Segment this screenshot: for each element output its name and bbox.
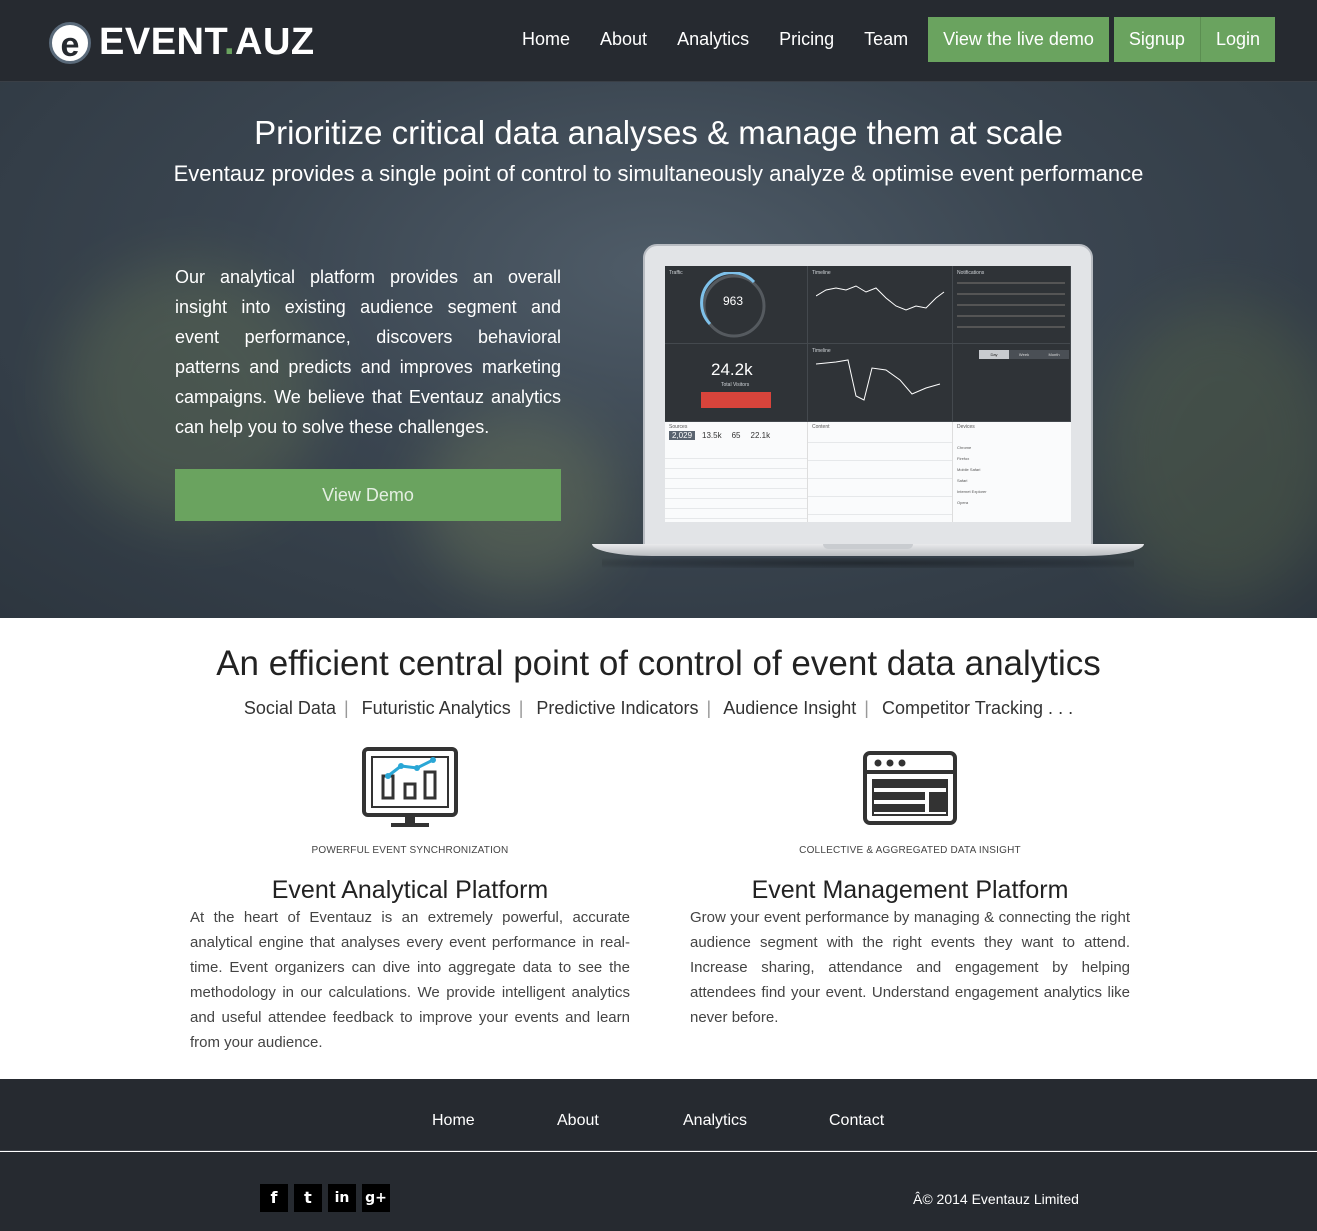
notifications-panel: Notifications (953, 266, 1071, 344)
nav-menu: Home About Analytics Pricing Team View t… (507, 17, 1275, 62)
visitors-alert (701, 392, 771, 408)
twitter-icon[interactable]: t (294, 1184, 322, 1212)
hero-description: Our analytical platform provides an over… (175, 267, 561, 437)
timeline-panel-2: Timeline (808, 344, 953, 422)
hero-title: Prioritize critical data analyses & mana… (254, 114, 1063, 151)
devices-label: Devices (957, 424, 975, 430)
laptop-screen-frame: Traffic 963 Timeline Notifications 24.2k… (643, 244, 1093, 550)
facebook-icon[interactable]: f (260, 1184, 288, 1212)
footer-bottom: f t in g+ Â© 2014 Eventauz Limited (0, 1152, 1317, 1231)
visitors-label: Total Visitors (721, 382, 750, 388)
tag-predictive-indicators: Predictive Indicators (536, 698, 699, 718)
sources-list: Sources 2,029 13.5k 65 22.1k (665, 422, 808, 522)
nav-about[interactable]: About (585, 17, 662, 62)
sources-label: Sources (669, 424, 688, 430)
linkedin-icon[interactable]: in (328, 1184, 356, 1212)
view-demo-button[interactable]: View Demo (175, 469, 561, 521)
right-body: Grow your event performance by managing … (690, 909, 1130, 1026)
source-row (665, 450, 807, 459)
login-button[interactable]: Login (1199, 17, 1275, 62)
features-tags: Social Data | Futuristic Analytics | Predi… (243, 698, 1074, 718)
content-row (808, 488, 952, 497)
traffic-label: Traffic (669, 270, 683, 276)
timeline-panel: Timeline (808, 266, 953, 344)
visitors-panel: 24.2k Total Visitors (665, 344, 808, 422)
right-caption: COLLECTIVE & AGGREGATED DATA INSIGHT (799, 845, 1021, 856)
timeline-chart (816, 285, 945, 311)
traffic-value: 963 (723, 294, 744, 308)
stat-search: 13.5k (702, 431, 722, 440)
laptop-notch (823, 544, 913, 549)
timeline-label-2: Timeline (812, 348, 831, 354)
tag-audience-insight: Audience Insight (723, 698, 857, 718)
content-row (808, 470, 952, 479)
nav-home[interactable]: Home (507, 17, 585, 62)
source-row (665, 510, 807, 519)
footer-link-contact[interactable]: Contact (829, 1112, 884, 1130)
analytics-monitor-icon (361, 746, 459, 837)
left-heading: Event Analytical Platform (271, 876, 549, 904)
source-row (665, 480, 807, 489)
brand-logo[interactable]: e EVENT.AUZ (49, 21, 315, 64)
tab-week[interactable]: Week (1009, 350, 1039, 359)
browser-item: Chrome (957, 445, 972, 450)
logo-icon: e (49, 21, 91, 64)
browser-item: Internet Explorer (957, 489, 987, 494)
timeline-chart-2 (816, 359, 941, 401)
stat-social: 65 (731, 431, 741, 440)
content-row (808, 434, 952, 443)
footer-nav: Home About Analytics Contact (0, 1079, 1317, 1151)
dashboard-lists: Sources 2,029 13.5k 65 22.1k Content Dev… (665, 422, 1071, 522)
traffic-panel: Traffic 963 (665, 266, 808, 344)
google-plus-icon[interactable]: g+ (362, 1184, 390, 1212)
visitors-value: 24.2k (711, 360, 753, 379)
sources-stats: 2,029 13.5k 65 22.1k (669, 431, 773, 440)
source-row (665, 500, 807, 509)
browser-list: Chrome Firefox Mobile Safari Safari Inte… (957, 442, 987, 508)
nav-pricing[interactable]: Pricing (764, 17, 849, 62)
copyright-text: Â© 2014 Eventauz Limited (913, 1191, 1079, 1207)
source-row (665, 460, 807, 469)
top-navbar: e EVENT.AUZ Home About Analytics Pricing… (0, 0, 1317, 82)
left-caption: POWERFUL EVENT SYNCHRONIZATION (311, 845, 509, 856)
footer-link-analytics[interactable]: Analytics (683, 1112, 747, 1130)
notifications-label: Notifications (957, 270, 985, 276)
brand-name: EVENT.AUZ (99, 21, 315, 63)
devices-list: Devices Chrome Firefox Mobile Safari Saf… (953, 422, 1071, 522)
laptop-mockup: Traffic 963 Timeline Notifications 24.2k… (592, 242, 1144, 572)
tag-futuristic-analytics: Futuristic Analytics (361, 698, 511, 718)
period-tabs: Day Week Month (979, 350, 1069, 359)
browser-item: Firefox (957, 456, 970, 461)
left-body: At the heart of Eventauz is an extremely… (190, 909, 630, 1051)
hero-section: Prioritize critical data analyses & mana… (0, 82, 1317, 618)
features-title: An efficient central point of control of… (216, 644, 1101, 683)
source-row (665, 470, 807, 479)
browser-item: Safari (957, 478, 968, 483)
content-row (808, 452, 952, 461)
tab-month[interactable]: Month (1039, 350, 1069, 359)
footer-link-about[interactable]: About (557, 1112, 599, 1130)
laptop-shadow (602, 558, 1134, 568)
footer-link-home[interactable]: Home (432, 1112, 475, 1130)
signup-button[interactable]: Signup (1113, 17, 1200, 62)
stat-other: 22.1k (750, 431, 771, 440)
dashboard-screenshot: Traffic 963 Timeline Notifications 24.2k… (665, 266, 1071, 522)
source-row (665, 490, 807, 499)
browser-item: Mobile Safari (957, 467, 981, 472)
content-list: Content (808, 422, 953, 522)
tab-day[interactable]: Day (979, 350, 1009, 359)
right-heading: Event Management Platform (751, 876, 1069, 904)
content-label: Content (812, 424, 830, 430)
tag-social-data: Social Data (243, 698, 336, 718)
browser-item: Opera (957, 500, 969, 505)
live-demo-button[interactable]: View the live demo (928, 17, 1109, 62)
nav-analytics[interactable]: Analytics (662, 17, 764, 62)
nav-team[interactable]: Team (849, 17, 923, 62)
tag-competitor-tracking: Competitor Tracking . . . (882, 698, 1074, 718)
content-row (808, 506, 952, 515)
period-panel: Day Week Month (953, 344, 1071, 422)
browser-window-icon (862, 750, 958, 831)
stat-sources: 2,029 (669, 431, 696, 440)
hero-subtitle: Eventauz provides a single point of cont… (173, 161, 1144, 186)
